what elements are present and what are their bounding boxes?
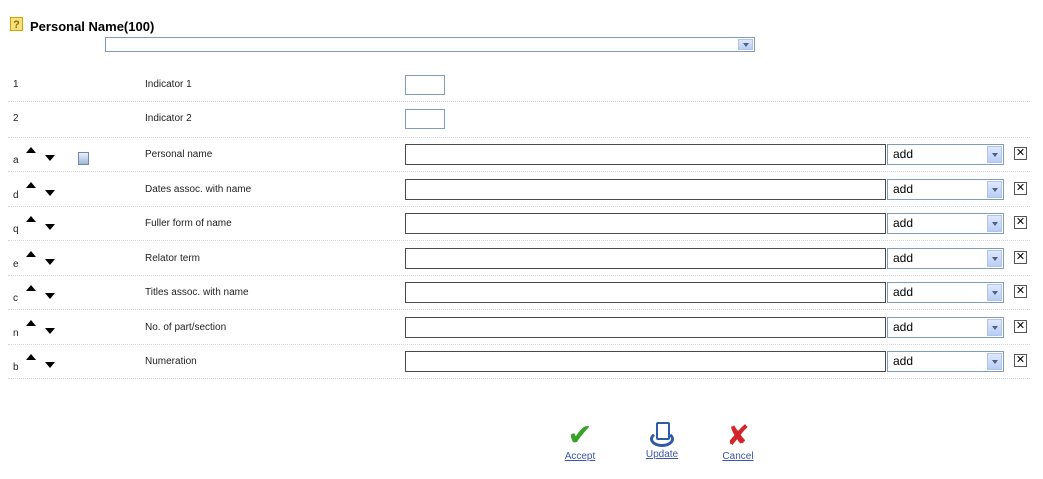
accept-link[interactable]: Accept bbox=[558, 451, 602, 462]
cancel-action[interactable]: ✘ Cancel bbox=[716, 421, 760, 463]
delete-icon[interactable]: ✕ bbox=[1014, 182, 1027, 195]
subfield-mode-select[interactable]: add bbox=[887, 213, 1004, 234]
chevron-down-icon[interactable] bbox=[987, 319, 1002, 336]
delete-icon[interactable]: ✕ bbox=[1014, 216, 1027, 229]
arrow-up-icon[interactable] bbox=[26, 216, 36, 222]
subfield-label: No. of part/section bbox=[145, 322, 227, 333]
arrow-down-icon[interactable] bbox=[45, 259, 55, 265]
subfield-code: b bbox=[13, 362, 19, 373]
row-divider bbox=[8, 101, 1030, 102]
subfield-input[interactable] bbox=[405, 351, 886, 372]
indicator-label: Indicator 2 bbox=[145, 113, 192, 124]
row-divider bbox=[8, 171, 1030, 172]
subfield-mode-select[interactable]: add bbox=[887, 317, 1004, 338]
arrow-down-icon[interactable] bbox=[45, 224, 55, 230]
delete-icon[interactable]: ✕ bbox=[1014, 320, 1027, 333]
subfield-code: a bbox=[13, 155, 19, 166]
subfield-label: Relator term bbox=[145, 253, 201, 264]
page-icon[interactable] bbox=[78, 152, 89, 165]
chevron-down-icon[interactable] bbox=[987, 353, 1002, 370]
chevron-down-icon[interactable] bbox=[987, 146, 1002, 163]
indicator-1-input[interactable] bbox=[405, 75, 445, 95]
subfield-input[interactable] bbox=[405, 248, 886, 269]
checkmark-icon[interactable]: ✔ bbox=[558, 421, 602, 451]
help-icon[interactable]: ? bbox=[10, 17, 23, 31]
row-divider bbox=[8, 206, 1030, 207]
arrow-down-icon[interactable] bbox=[45, 190, 55, 196]
row-divider bbox=[8, 309, 1030, 310]
indicator-code: 1 bbox=[13, 79, 19, 90]
subfield-label: Numeration bbox=[145, 356, 197, 367]
row-divider bbox=[8, 378, 1030, 379]
arrow-down-icon[interactable] bbox=[45, 328, 55, 334]
subfield-label: Fuller form of name bbox=[145, 218, 232, 229]
chevron-down-icon[interactable] bbox=[738, 39, 753, 50]
arrow-down-icon[interactable] bbox=[45, 293, 55, 299]
accept-action[interactable]: ✔ Accept bbox=[558, 421, 602, 463]
arrow-up-icon[interactable] bbox=[26, 147, 36, 153]
chevron-down-icon[interactable] bbox=[987, 181, 1002, 198]
update-action[interactable]: Update bbox=[640, 421, 684, 460]
arrow-down-icon[interactable] bbox=[45, 155, 55, 161]
subfield-code: q bbox=[13, 224, 19, 235]
subfield-mode-value: add bbox=[893, 285, 914, 299]
chevron-down-icon[interactable] bbox=[987, 284, 1002, 301]
subfield-input[interactable] bbox=[405, 317, 886, 338]
indicator-2-input[interactable] bbox=[405, 109, 445, 129]
arrow-up-icon[interactable] bbox=[26, 251, 36, 257]
subfield-input[interactable] bbox=[405, 144, 886, 165]
arrow-up-icon[interactable] bbox=[26, 182, 36, 188]
subfield-mode-select[interactable]: add bbox=[887, 179, 1004, 200]
subfield-mode-value: add bbox=[893, 320, 914, 334]
update-link[interactable]: Update bbox=[640, 449, 684, 460]
row-divider bbox=[8, 275, 1030, 276]
delete-icon[interactable]: ✕ bbox=[1014, 147, 1027, 160]
subfield-mode-value: add bbox=[893, 251, 914, 265]
cancel-link[interactable]: Cancel bbox=[716, 451, 760, 462]
delete-icon[interactable]: ✕ bbox=[1014, 354, 1027, 367]
field-title: Personal Name(100) bbox=[30, 19, 155, 34]
subfield-label: Personal name bbox=[145, 149, 213, 160]
indicator-label: Indicator 1 bbox=[145, 79, 192, 90]
update-icon[interactable] bbox=[649, 421, 675, 449]
subfield-label: Titles assoc. with name bbox=[145, 287, 249, 298]
arrow-down-icon[interactable] bbox=[45, 362, 55, 368]
subfield-mode-value: add bbox=[893, 216, 914, 230]
subfield-input[interactable] bbox=[405, 213, 886, 234]
subfield-code: n bbox=[13, 328, 19, 339]
delete-icon[interactable]: ✕ bbox=[1014, 251, 1027, 264]
subfield-mode-value: add bbox=[893, 147, 914, 161]
chevron-down-icon[interactable] bbox=[987, 250, 1002, 267]
delete-icon[interactable]: ✕ bbox=[1014, 285, 1027, 298]
subfield-mode-value: add bbox=[893, 354, 914, 368]
subfield-label: Dates assoc. with name bbox=[145, 184, 252, 195]
row-divider bbox=[8, 137, 1030, 138]
arrow-up-icon[interactable] bbox=[26, 354, 36, 360]
row-divider bbox=[8, 344, 1030, 345]
subfield-input[interactable] bbox=[405, 282, 886, 303]
subfield-code: d bbox=[13, 190, 19, 201]
subfield-code: c bbox=[13, 293, 18, 304]
subfield-mode-select[interactable]: add bbox=[887, 248, 1004, 269]
subfield-mode-select[interactable]: add bbox=[887, 144, 1004, 165]
subfield-mode-select[interactable]: add bbox=[887, 351, 1004, 372]
indicator-code: 2 bbox=[13, 113, 19, 124]
arrow-up-icon[interactable] bbox=[26, 320, 36, 326]
subfield-mode-select[interactable]: add bbox=[887, 282, 1004, 303]
subfield-input[interactable] bbox=[405, 179, 886, 200]
field-type-select[interactable] bbox=[105, 37, 755, 52]
subfield-mode-value: add bbox=[893, 182, 914, 196]
chevron-down-icon[interactable] bbox=[987, 215, 1002, 232]
subfield-code: e bbox=[13, 259, 19, 270]
row-divider bbox=[8, 240, 1030, 241]
arrow-up-icon[interactable] bbox=[26, 285, 36, 291]
cancel-x-icon[interactable]: ✘ bbox=[716, 421, 760, 451]
